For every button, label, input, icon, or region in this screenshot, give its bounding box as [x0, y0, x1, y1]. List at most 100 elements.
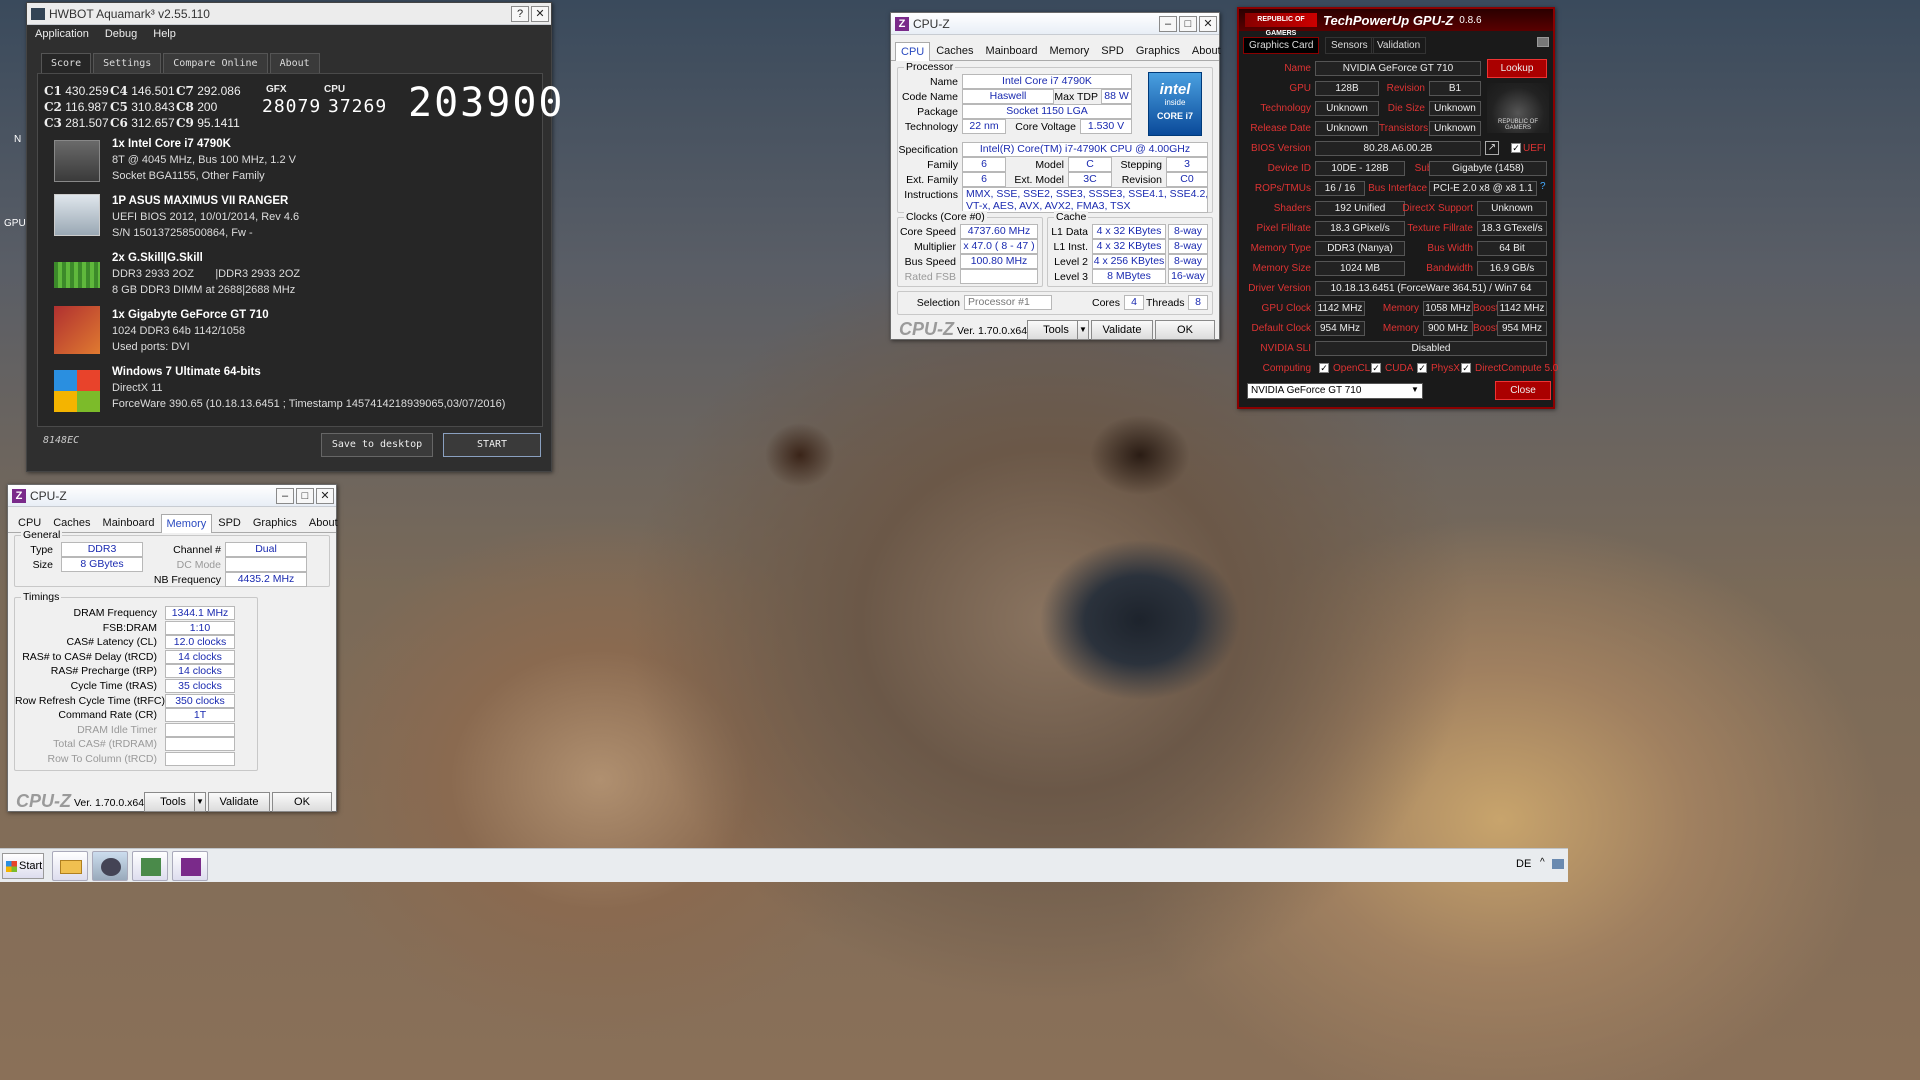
help-button[interactable]: ?	[511, 5, 529, 22]
gpuz-titlebar[interactable]: REPUBLIC OF GAMERS TechPowerUp GPU-Z 0.8…	[1239, 9, 1553, 37]
menu-application[interactable]: Application	[35, 28, 89, 42]
aquamark-titlebar[interactable]: HWBOT Aquamark³ v2.55.110 ? ✕	[27, 3, 551, 25]
cuda-checkbox[interactable]: ✓	[1371, 363, 1381, 373]
gpuz-brand: TechPowerUp GPU-Z	[1323, 12, 1454, 28]
diesize-label: Die Size	[1387, 103, 1425, 114]
spec-label: Specification	[898, 144, 958, 156]
taskbar-explorer[interactable]	[52, 851, 88, 881]
maximize-button[interactable]: □	[1179, 15, 1197, 32]
taskbar-cpuz[interactable]	[172, 851, 208, 881]
desktop-icon-label-gpu[interactable]: GPU	[4, 218, 26, 229]
language-indicator[interactable]: DE	[1516, 858, 1531, 870]
tray-expand-icon[interactable]: ^	[1540, 857, 1545, 868]
tab-graphics-card[interactable]: Graphics Card	[1243, 37, 1320, 54]
timing-value: 12.0 clocks	[165, 635, 235, 650]
channel-label: Channel #	[173, 544, 221, 556]
tab-compare-online[interactable]: Compare Online	[163, 53, 268, 74]
desktop-icon-label[interactable]: N	[14, 134, 21, 145]
menu-help[interactable]: Help	[153, 28, 176, 42]
subvendor-value: Gigabyte (1458)	[1429, 161, 1547, 176]
processor-group: Processor Name Intel Core i7 4790K Code …	[897, 61, 1213, 213]
folder-icon	[60, 860, 82, 874]
rog-logo-icon: REPUBLIC OF GAMERS	[1245, 13, 1317, 37]
type-label: Type	[30, 544, 53, 556]
gpuclock-label: GPU Clock	[1261, 303, 1311, 314]
aquamark-tabs: Score Settings Compare Online About	[41, 53, 320, 74]
tab-about[interactable]: About	[303, 513, 344, 532]
tab-spd[interactable]: SPD	[212, 513, 247, 532]
gpu-select-chevron-down-icon[interactable]: ▼	[1411, 385, 1419, 394]
save-to-desktop-button[interactable]: Save to desktop	[321, 433, 433, 457]
start-button[interactable]: START	[443, 433, 541, 457]
opencl-checkbox[interactable]: ✓	[1319, 363, 1329, 373]
timing-label: Cycle Time (tRAS)	[70, 680, 157, 692]
taskbar-gpuz[interactable]	[132, 851, 168, 881]
type-value: DDR3	[61, 542, 143, 557]
tab-validation[interactable]: Validation	[1371, 37, 1427, 54]
tab-mainboard[interactable]: Mainboard	[97, 513, 161, 532]
tab-caches[interactable]: Caches	[930, 41, 979, 60]
businterface-value: PCI-E 2.0 x8 @ x8 1.1	[1429, 181, 1537, 196]
lookup-button[interactable]: Lookup	[1487, 59, 1547, 78]
ok-button[interactable]: OK	[1155, 320, 1215, 340]
menu-debug[interactable]: Debug	[105, 28, 137, 42]
maximize-button[interactable]: □	[296, 487, 314, 504]
close-button[interactable]: Close	[1495, 381, 1551, 400]
c7-score: C7 292.086	[176, 84, 241, 98]
tools-dropdown-icon[interactable]: ▼	[194, 792, 206, 812]
cpuz-memory-window: Z CPU-Z – □ ✕ CPU Caches Mainboard Memor…	[7, 484, 338, 812]
timing-label: Row To Column (tRCD)	[47, 753, 158, 765]
cpuz-titlebar[interactable]: Z CPU-Z – □ ✕	[891, 13, 1219, 35]
tab-cpu[interactable]: CPU	[895, 42, 931, 61]
deviceid-label: Device ID	[1267, 163, 1311, 174]
tab-mainboard[interactable]: Mainboard	[980, 41, 1044, 60]
minimize-button[interactable]: –	[1159, 15, 1177, 32]
physx-checkbox[interactable]: ✓	[1417, 363, 1427, 373]
share-icon[interactable]: ↗	[1485, 141, 1499, 155]
buswidth-value: 64 Bit	[1477, 241, 1547, 256]
uefi-checkbox[interactable]: ✓	[1511, 143, 1521, 153]
directcompute-checkbox[interactable]: ✓	[1461, 363, 1471, 373]
gpu-select[interactable]: NVIDIA GeForce GT 710	[1247, 383, 1423, 399]
tab-sensors[interactable]: Sensors	[1325, 37, 1374, 54]
close-button[interactable]: ✕	[316, 487, 334, 504]
tab-graphics[interactable]: Graphics	[247, 513, 303, 532]
tab-settings[interactable]: Settings	[93, 53, 162, 74]
memtype-label: Memory Type	[1250, 243, 1311, 254]
c9-score: C9 95.1411	[176, 116, 240, 130]
dcmode-label: DC Mode	[176, 559, 221, 571]
dcmode-value	[225, 557, 307, 572]
intel-inside-text: inside	[1164, 98, 1186, 107]
validate-button[interactable]: Validate	[1091, 320, 1153, 340]
close-button[interactable]: ✕	[1199, 15, 1217, 32]
extmodel-label: Ext. Model	[1014, 174, 1064, 186]
tab-spd[interactable]: SPD	[1095, 41, 1130, 60]
tab-memory[interactable]: Memory	[1044, 41, 1096, 60]
businterface-help-icon[interactable]: ?	[1540, 181, 1546, 192]
ok-button[interactable]: OK	[272, 792, 332, 812]
tab-about[interactable]: About	[1186, 41, 1227, 60]
c5-score: C5 310.843	[110, 100, 175, 114]
clocks-label: Clocks (Core #0)	[904, 211, 987, 223]
tab-graphics[interactable]: Graphics	[1130, 41, 1186, 60]
cpuz-mem-titlebar[interactable]: Z CPU-Z – □ ✕	[8, 485, 336, 507]
processor-select[interactable]: Processor #1	[964, 295, 1052, 310]
tray-network-icon[interactable]	[1552, 859, 1564, 869]
tab-score[interactable]: Score	[41, 53, 92, 74]
memclock-label: Memory	[1382, 303, 1419, 314]
timings-label: Timings	[21, 591, 62, 603]
minimize-button[interactable]: –	[276, 487, 294, 504]
l1inst-ways: 8-way	[1168, 239, 1208, 254]
tab-about[interactable]: About	[269, 53, 320, 74]
tools-dropdown-icon[interactable]: ▼	[1077, 320, 1089, 340]
tab-memory[interactable]: Memory	[160, 514, 213, 533]
validate-button[interactable]: Validate	[208, 792, 270, 812]
start-button[interactable]: Start	[2, 853, 44, 879]
level2-label: Level 2	[1054, 256, 1088, 268]
pixelfill-label: Pixel Fillrate	[1256, 223, 1311, 234]
taskbar-aquamark[interactable]	[92, 851, 128, 881]
diesize-value: Unknown	[1429, 101, 1481, 116]
close-button[interactable]: ✕	[531, 5, 549, 22]
camera-icon[interactable]	[1537, 37, 1549, 47]
texturefill-label: Texture Fillrate	[1407, 223, 1473, 234]
